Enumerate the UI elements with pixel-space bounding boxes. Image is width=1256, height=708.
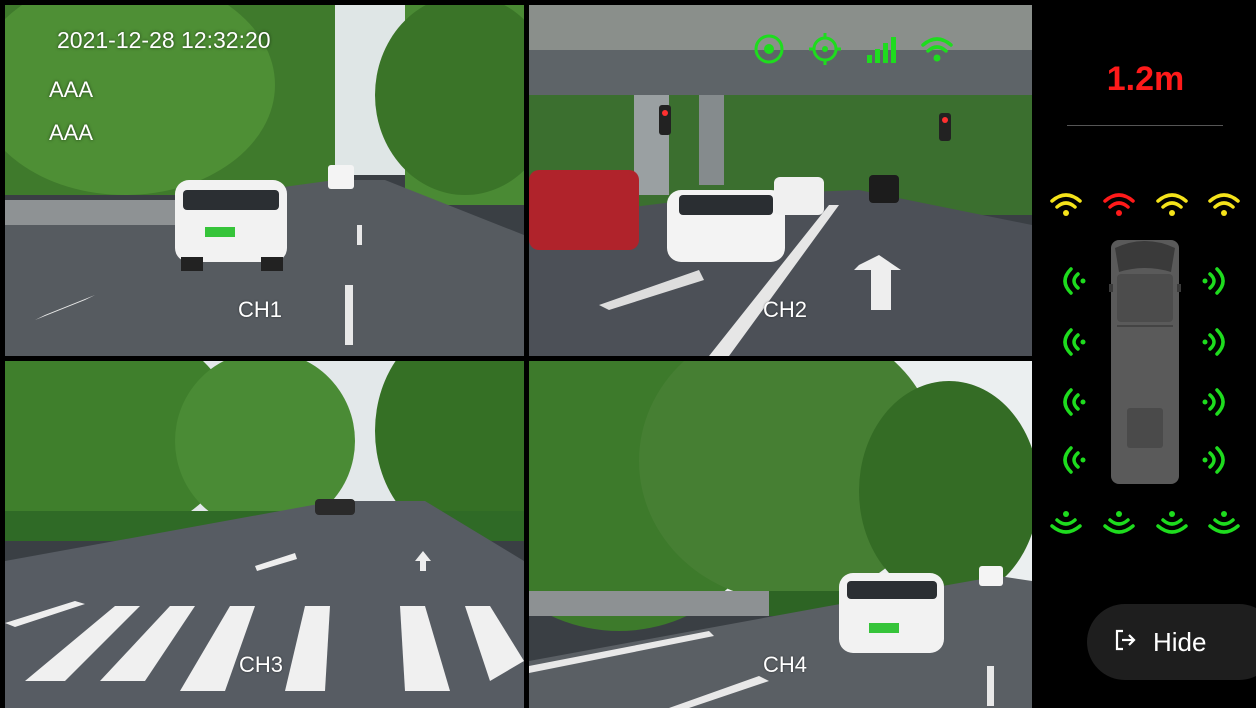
channel-label-ch2: CH2 bbox=[763, 297, 808, 322]
status-icon-bar bbox=[751, 31, 955, 67]
obstacle-distance-readout: 1.2m bbox=[1106, 60, 1185, 98]
right-sensor-4-icon bbox=[1201, 445, 1235, 475]
channel-label-ch1: CH1 bbox=[238, 297, 283, 322]
channel-label-ch3: CH3 bbox=[239, 652, 284, 677]
right-sensor-3-icon bbox=[1201, 387, 1235, 417]
exit-icon bbox=[1113, 628, 1137, 657]
rear-sensor-1-icon bbox=[1049, 508, 1083, 538]
front-sensor-3-icon bbox=[1155, 190, 1189, 220]
front-sensor-1-icon bbox=[1049, 190, 1083, 220]
front-sensor-4-icon bbox=[1207, 190, 1241, 220]
camera-view-ch1[interactable]: 2021-12-28 12:32:20 AAA AAA CH1 bbox=[5, 5, 524, 356]
record-icon bbox=[751, 31, 787, 67]
left-sensor-1-icon bbox=[1053, 266, 1087, 296]
datetime-overlay: 2021-12-28 12:32:20 bbox=[57, 27, 271, 53]
signal-bars-icon bbox=[863, 31, 899, 67]
overlay-text-line-1: AAA bbox=[49, 77, 94, 102]
rear-sensor-2-icon bbox=[1102, 508, 1136, 538]
right-sensor-1-icon bbox=[1201, 266, 1235, 296]
vehicle-top-view-icon bbox=[1109, 238, 1181, 486]
rear-sensor-4-icon bbox=[1207, 508, 1241, 538]
hide-button-label: Hide bbox=[1153, 626, 1207, 657]
right-sensor-2-icon bbox=[1201, 327, 1235, 357]
divider bbox=[1067, 125, 1223, 126]
hide-button[interactable]: Hide bbox=[1087, 604, 1256, 680]
channel-label-ch4: CH4 bbox=[763, 652, 808, 677]
camera-view-ch2[interactable]: CH2 bbox=[529, 5, 1032, 356]
camera-view-ch4[interactable]: CH4 bbox=[529, 361, 1032, 708]
wifi-icon bbox=[919, 31, 955, 67]
camera-view-ch3[interactable]: CH3 bbox=[5, 361, 524, 708]
left-sensor-4-icon bbox=[1053, 445, 1087, 475]
gps-icon bbox=[807, 31, 843, 67]
parking-radar-panel: 1.2m Hide bbox=[1035, 0, 1256, 708]
rear-sensor-3-icon bbox=[1155, 508, 1189, 538]
front-sensor-2-icon bbox=[1102, 190, 1136, 220]
overlay-text-line-2: AAA bbox=[49, 120, 94, 145]
left-sensor-3-icon bbox=[1053, 387, 1087, 417]
left-sensor-2-icon bbox=[1053, 327, 1087, 357]
